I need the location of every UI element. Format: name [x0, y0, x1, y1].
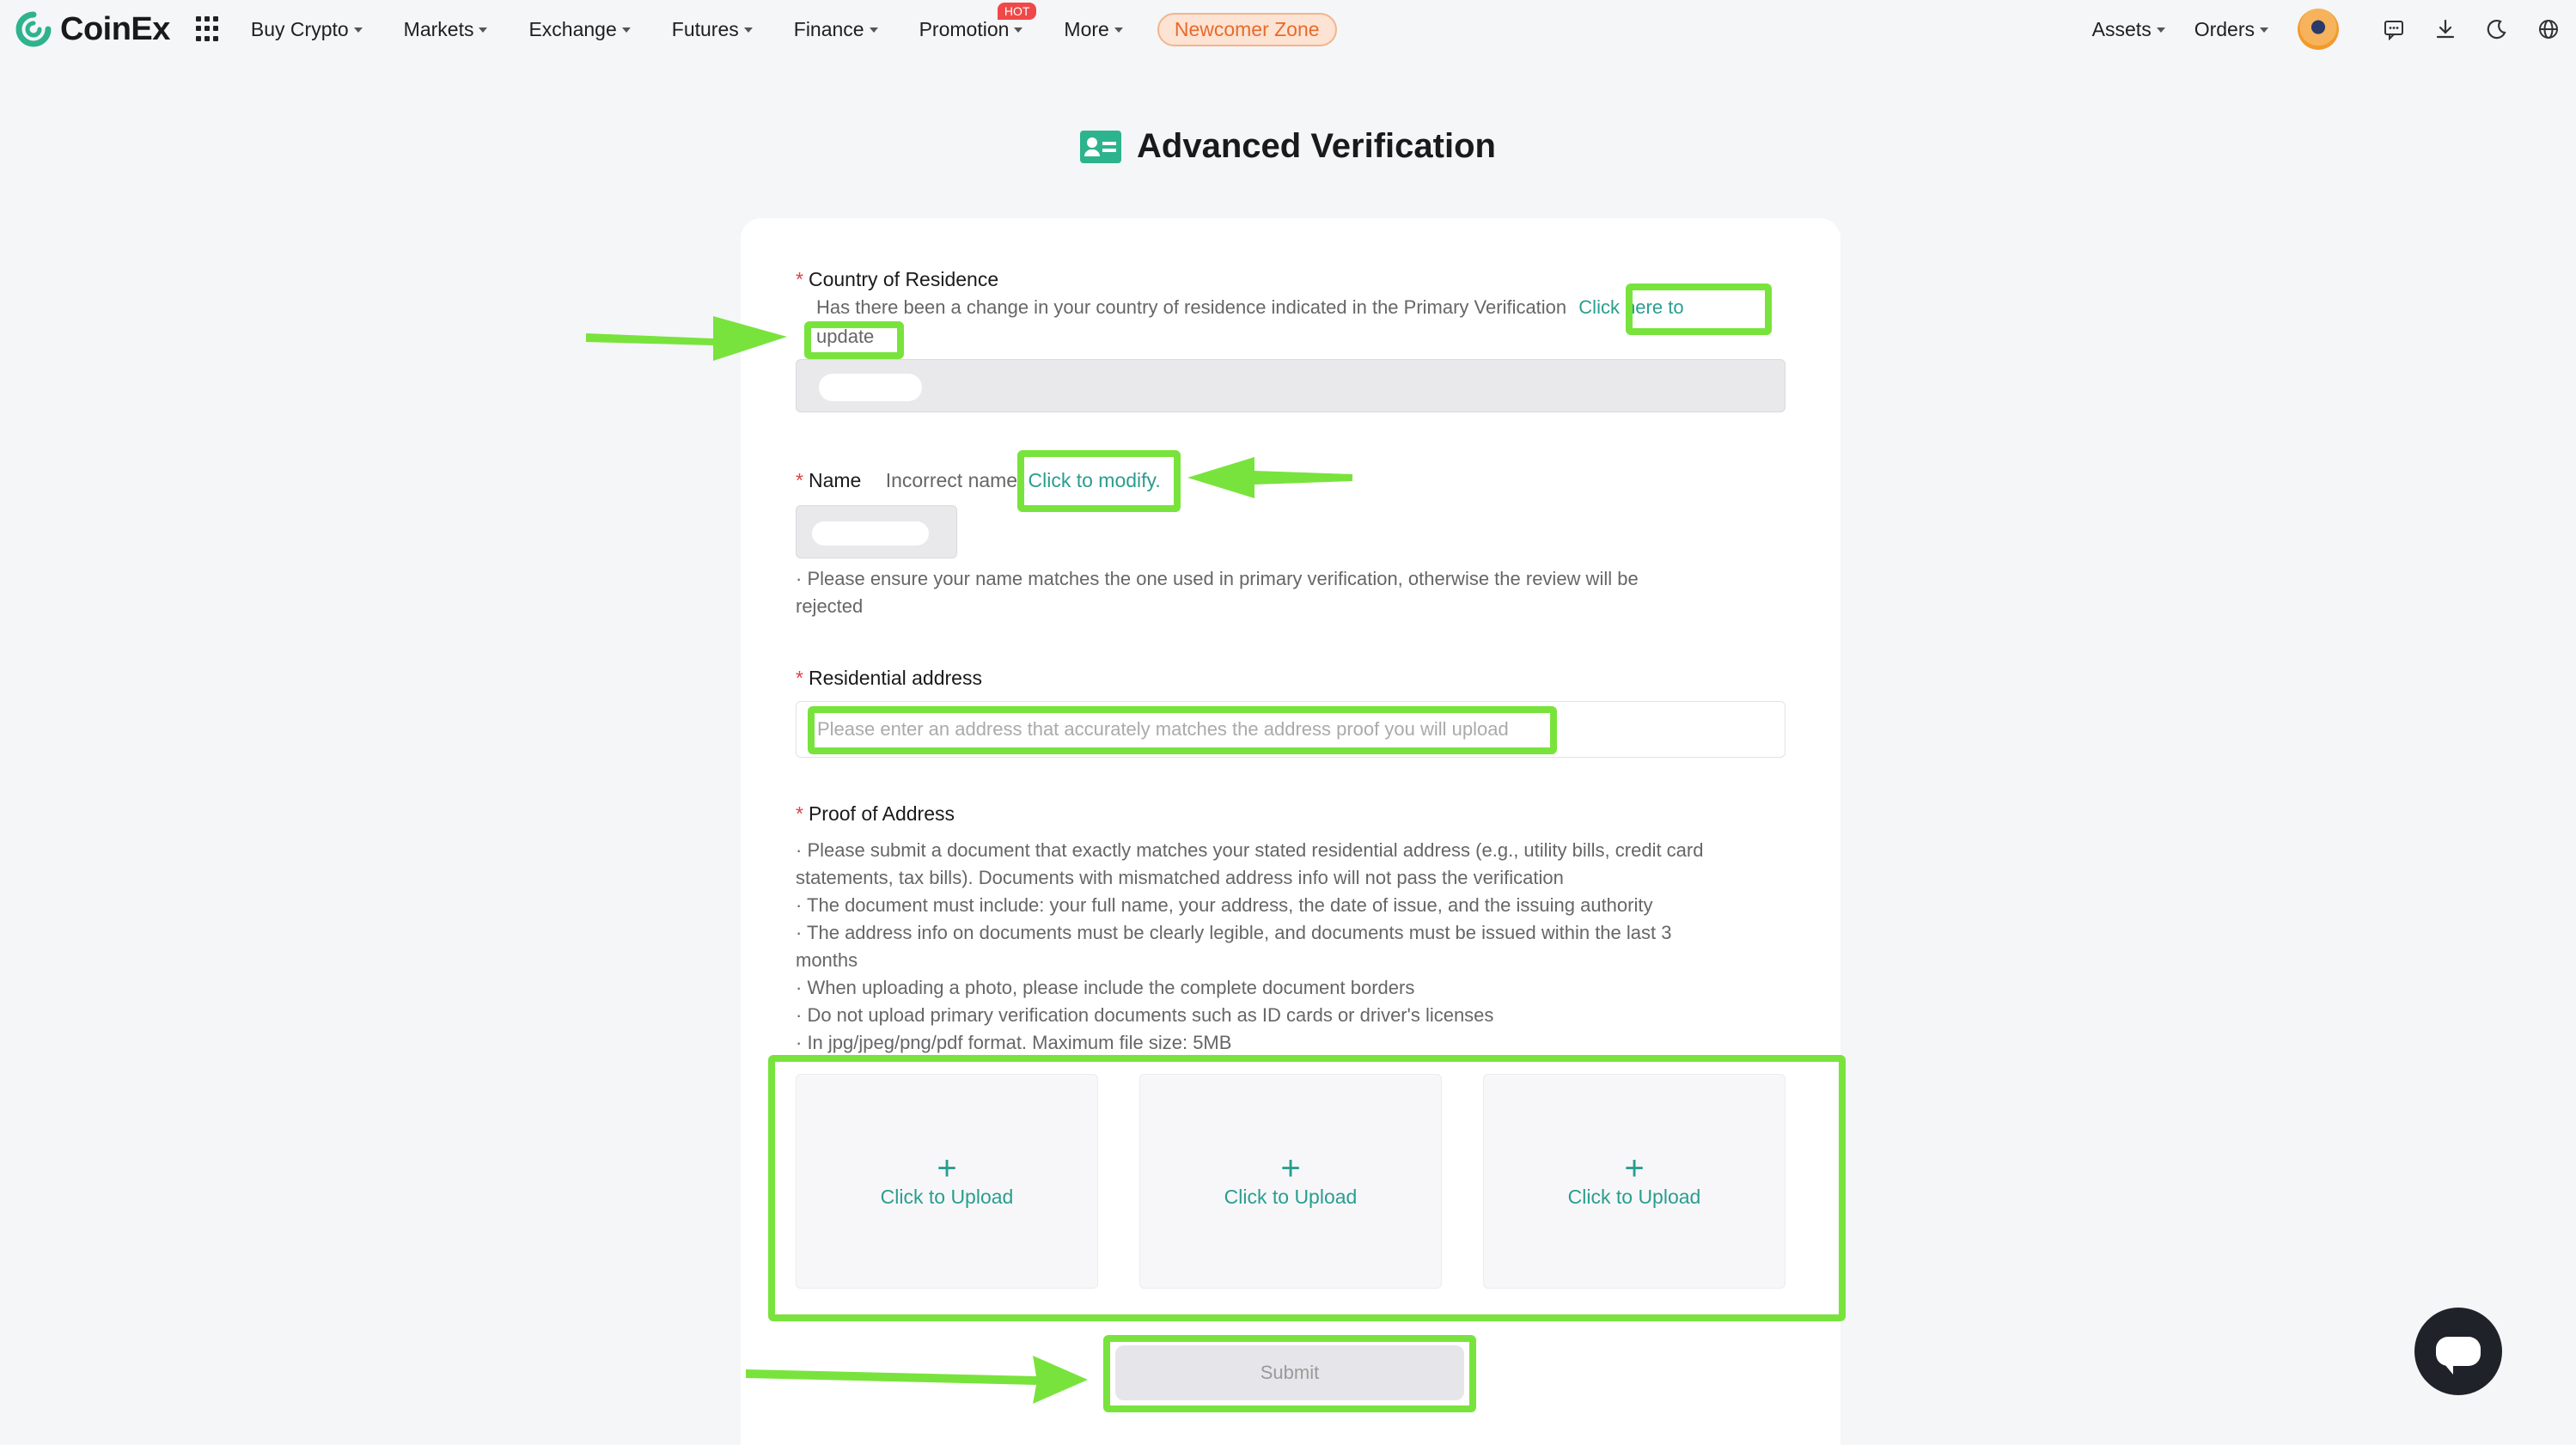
name-label: * Name Incorrect name Click to modify.: [796, 469, 1161, 491]
newcomer-zone-button[interactable]: Newcomer Zone: [1157, 12, 1337, 46]
download-icon[interactable]: [2433, 17, 2457, 41]
id-card-icon: [1080, 130, 1122, 163]
required-marker: *: [796, 268, 803, 290]
chevron-down-icon: [2156, 27, 2165, 33]
nav-futures[interactable]: Futures: [672, 18, 753, 41]
name-note: · Please ensure your name matches the on…: [796, 568, 1639, 617]
plus-icon: +: [937, 1149, 957, 1187]
message-icon[interactable]: [2382, 17, 2406, 41]
plus-icon: +: [1624, 1149, 1645, 1187]
chevron-down-icon: [353, 27, 363, 33]
chat-support-button[interactable]: [2414, 1308, 2502, 1395]
chevron-down-icon: [869, 27, 878, 33]
main-menu: Buy Crypto Markets Exchange Futures Fina…: [251, 2, 1337, 46]
hot-badge: HOT: [997, 2, 1037, 20]
brand-logo[interactable]: CoinEx: [15, 11, 170, 48]
brand-name: CoinEx: [60, 10, 170, 47]
country-hint: Has there been a change in your country …: [816, 296, 1684, 318]
page-header: Advanced Verification: [0, 127, 2576, 166]
modify-name-link[interactable]: Click to modify.: [1029, 469, 1161, 491]
nav-orders[interactable]: Orders: [2194, 18, 2268, 41]
nav-more[interactable]: More: [1064, 18, 1123, 41]
chevron-down-icon: [479, 27, 488, 33]
right-nav: Assets Orders: [2092, 0, 2561, 58]
chevron-down-icon: [1014, 27, 1023, 33]
nav-assets[interactable]: Assets: [2092, 18, 2165, 41]
address-input[interactable]: Please enter an address that accurately …: [796, 701, 1785, 758]
country-field: [796, 359, 1785, 412]
chevron-down-icon: [2260, 27, 2268, 33]
globe-icon[interactable]: [2536, 17, 2561, 41]
required-marker: *: [796, 802, 803, 825]
user-avatar[interactable]: [2298, 9, 2339, 50]
apps-grid-icon[interactable]: [195, 16, 222, 42]
country-label: * Country of Residence: [796, 268, 999, 290]
chevron-down-icon: [743, 27, 753, 33]
nav-exchange[interactable]: Exchange: [528, 18, 631, 41]
upload-box-2[interactable]: + Click to Upload: [1139, 1074, 1442, 1289]
redacted-country-value: [819, 374, 922, 401]
update-country-link[interactable]: Click here to: [1578, 296, 1683, 318]
chevron-down-icon: [1114, 27, 1123, 33]
proof-label: * Proof of Address: [796, 802, 955, 825]
page-title: Advanced Verification: [1137, 127, 1496, 165]
chat-icon: [2436, 1337, 2481, 1375]
upload-box-3[interactable]: + Click to Upload: [1483, 1074, 1785, 1289]
name-hint: Incorrect name: [885, 469, 1018, 491]
required-marker: *: [796, 469, 803, 491]
nav-markets[interactable]: Markets: [404, 18, 488, 41]
dark-mode-icon[interactable]: [2485, 17, 2509, 41]
plus-icon: +: [1280, 1149, 1301, 1187]
proof-requirements: · Please submit a document that exactly …: [796, 839, 1704, 1053]
chevron-down-icon: [621, 27, 631, 33]
address-label: * Residential address: [796, 667, 982, 689]
redacted-name-value: [812, 521, 929, 546]
nav-promotion[interactable]: Promotion HOT: [919, 2, 1037, 41]
top-nav: CoinEx Buy Crypto Markets Exchange Futur…: [0, 0, 2576, 58]
required-marker: *: [796, 667, 803, 689]
coinex-logo-icon: [15, 11, 52, 47]
submit-button[interactable]: Submit: [1115, 1345, 1464, 1400]
update-country-link-cont[interactable]: update: [816, 323, 874, 351]
name-field: [796, 505, 957, 558]
address-placeholder: Please enter an address that accurately …: [817, 718, 1509, 740]
nav-buy-crypto[interactable]: Buy Crypto: [251, 18, 363, 41]
nav-finance[interactable]: Finance: [794, 18, 878, 41]
upload-box-1[interactable]: + Click to Upload: [796, 1074, 1098, 1289]
